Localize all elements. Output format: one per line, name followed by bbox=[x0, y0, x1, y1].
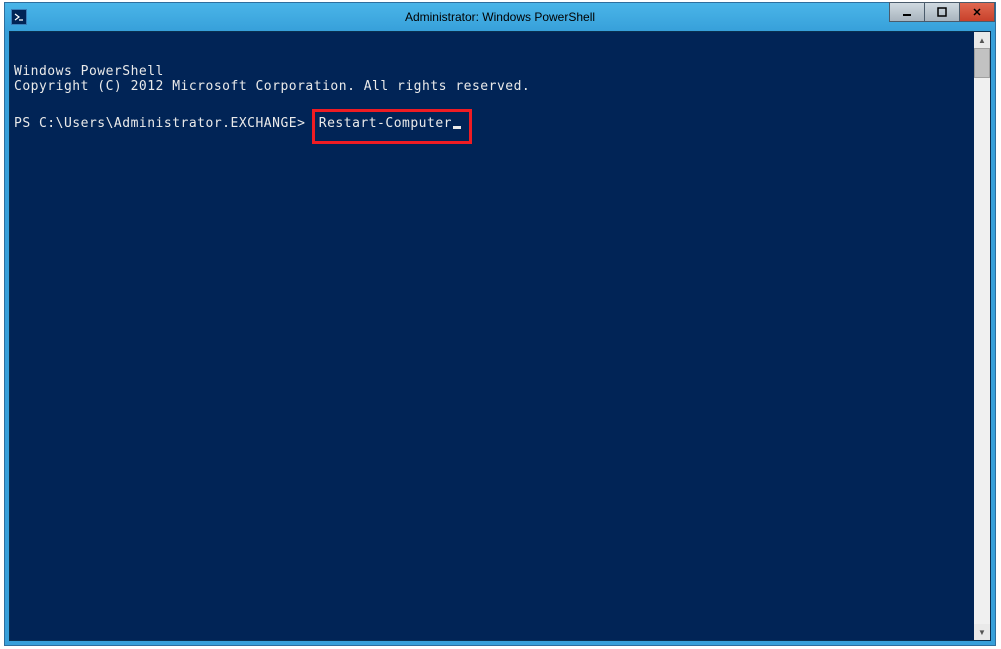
scroll-up-button[interactable]: ▲ bbox=[974, 32, 990, 48]
console-output[interactable]: Windows PowerShellCopyright (C) 2012 Mic… bbox=[10, 32, 974, 640]
scroll-down-button[interactable]: ▼ bbox=[974, 624, 990, 640]
close-button[interactable] bbox=[959, 2, 995, 22]
powershell-window: Administrator: Windows PowerShell Window… bbox=[4, 2, 996, 646]
vertical-scrollbar[interactable]: ▲ ▼ bbox=[974, 32, 990, 640]
prompt-line: PS C:\Users\Administrator.EXCHANGE> Rest… bbox=[14, 109, 970, 144]
scrollbar-track[interactable] bbox=[974, 48, 990, 624]
window-client-area: Windows PowerShellCopyright (C) 2012 Mic… bbox=[9, 31, 991, 641]
console-line: Copyright (C) 2012 Microsoft Corporation… bbox=[14, 79, 970, 94]
command-text: Restart-Computer bbox=[319, 116, 452, 131]
highlight-box: Restart-Computer bbox=[312, 109, 472, 144]
minimize-button[interactable] bbox=[889, 2, 925, 22]
titlebar[interactable]: Administrator: Windows PowerShell bbox=[5, 3, 995, 31]
maximize-button[interactable] bbox=[924, 2, 960, 22]
scrollbar-thumb[interactable] bbox=[974, 48, 990, 78]
cursor bbox=[453, 126, 461, 129]
prompt: PS C:\Users\Administrator.EXCHANGE> bbox=[14, 116, 305, 131]
window-title: Administrator: Windows PowerShell bbox=[5, 10, 995, 24]
console-line: Windows PowerShell bbox=[14, 64, 970, 79]
window-controls bbox=[890, 2, 995, 22]
powershell-icon bbox=[11, 9, 27, 25]
console-blank-line bbox=[14, 94, 970, 109]
